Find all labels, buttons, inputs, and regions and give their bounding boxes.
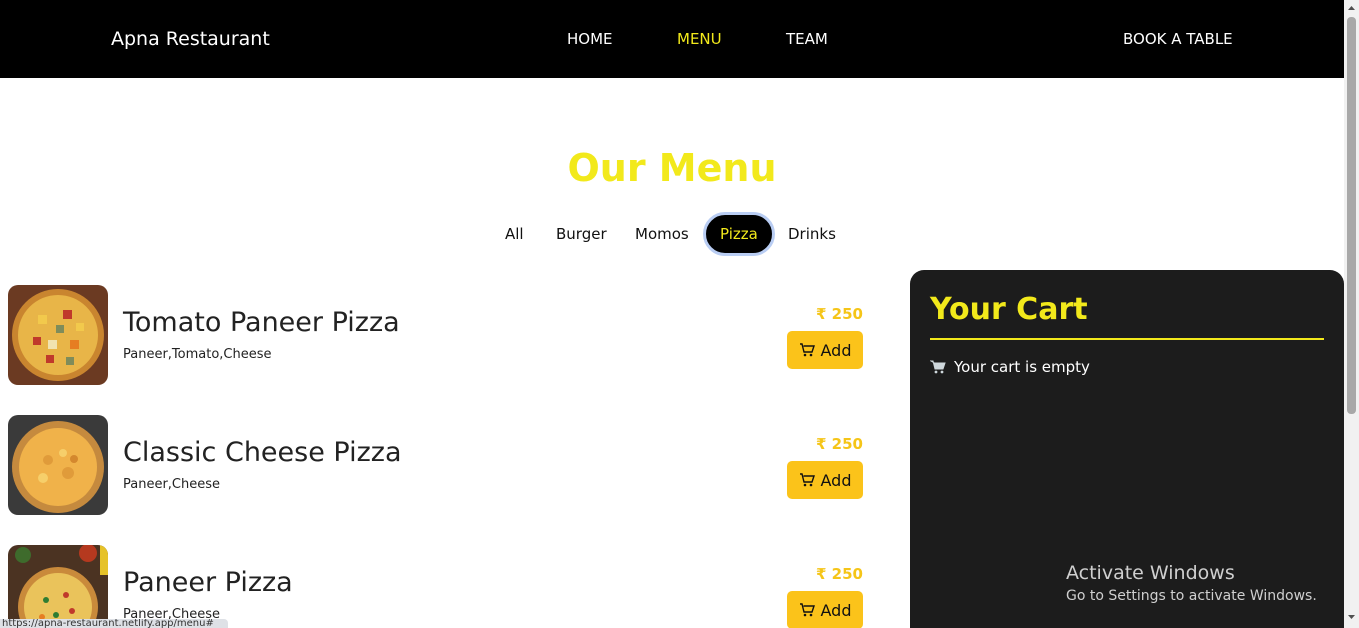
book-table-link[interactable]: BOOK A TABLE — [1123, 30, 1233, 48]
item-price: ₹ 250 — [816, 435, 863, 453]
watermark-title: Activate Windows — [1066, 562, 1235, 584]
filter-momos[interactable]: Momos — [621, 212, 703, 256]
category-filters: All Burger Momos Pizza Drinks — [0, 212, 1344, 256]
add-label: Add — [820, 600, 852, 620]
item-price: ₹ 250 — [816, 305, 863, 323]
cart-icon — [799, 473, 815, 487]
menu-item: Tomato Paneer Pizza Paneer,Tomato,Cheese… — [8, 285, 868, 385]
item-price: ₹ 250 — [816, 565, 863, 583]
add-label: Add — [820, 470, 852, 490]
shopping-cart-icon — [930, 360, 946, 374]
activate-windows-watermark: Activate Windows Go to Settings to activ… — [1066, 562, 1317, 604]
cart-empty-message: Your cart is empty — [930, 358, 1090, 376]
cart-title: Your Cart — [930, 292, 1088, 327]
scroll-up-arrow-icon[interactable] — [1347, 4, 1356, 13]
nav-link-home[interactable]: HOME — [567, 30, 613, 48]
filter-all[interactable]: All — [491, 212, 538, 256]
add-to-cart-button[interactable]: Add — [787, 591, 863, 628]
item-description: Paneer,Cheese — [123, 477, 221, 492]
add-to-cart-button[interactable]: Add — [787, 461, 863, 499]
add-label: Add — [820, 340, 852, 360]
filter-burger[interactable]: Burger — [542, 212, 621, 256]
menu-item: Paneer Pizza Paneer,Cheese ₹ 250 Add — [8, 545, 868, 628]
cart-divider — [930, 338, 1324, 340]
scroll-down-arrow-icon[interactable] — [1347, 612, 1356, 621]
nav-link-team[interactable]: TEAM — [786, 30, 828, 48]
item-name: Paneer Pizza — [123, 567, 293, 598]
scroll-thumb[interactable] — [1347, 17, 1356, 414]
filter-drinks[interactable]: Drinks — [774, 212, 850, 256]
brand-logo[interactable]: Apna Restaurant — [111, 28, 270, 50]
pizza-image — [8, 415, 108, 515]
item-description: Paneer,Tomato,Cheese — [123, 347, 272, 362]
filter-pizza[interactable]: Pizza — [703, 212, 775, 256]
cart-empty-text: Your cart is empty — [954, 358, 1090, 376]
status-bar-url: https://apna-restaurant.netlify.app/menu… — [0, 619, 228, 628]
item-name: Tomato Paneer Pizza — [123, 307, 400, 338]
page-title: Our Menu — [567, 146, 777, 190]
cart-icon — [799, 603, 815, 617]
cart-icon — [799, 343, 815, 357]
navbar: Apna Restaurant HOME MENU TEAM BOOK A TA… — [0, 0, 1344, 78]
pizza-image — [8, 545, 108, 628]
pizza-image — [8, 285, 108, 385]
nav-link-menu[interactable]: MENU — [677, 30, 722, 48]
add-to-cart-button[interactable]: Add — [787, 331, 863, 369]
scrollbar[interactable] — [1344, 0, 1359, 628]
menu-item: Classic Cheese Pizza Paneer,Cheese ₹ 250… — [8, 415, 868, 515]
watermark-subtitle: Go to Settings to activate Windows. — [1066, 588, 1317, 604]
item-name: Classic Cheese Pizza — [123, 437, 402, 468]
